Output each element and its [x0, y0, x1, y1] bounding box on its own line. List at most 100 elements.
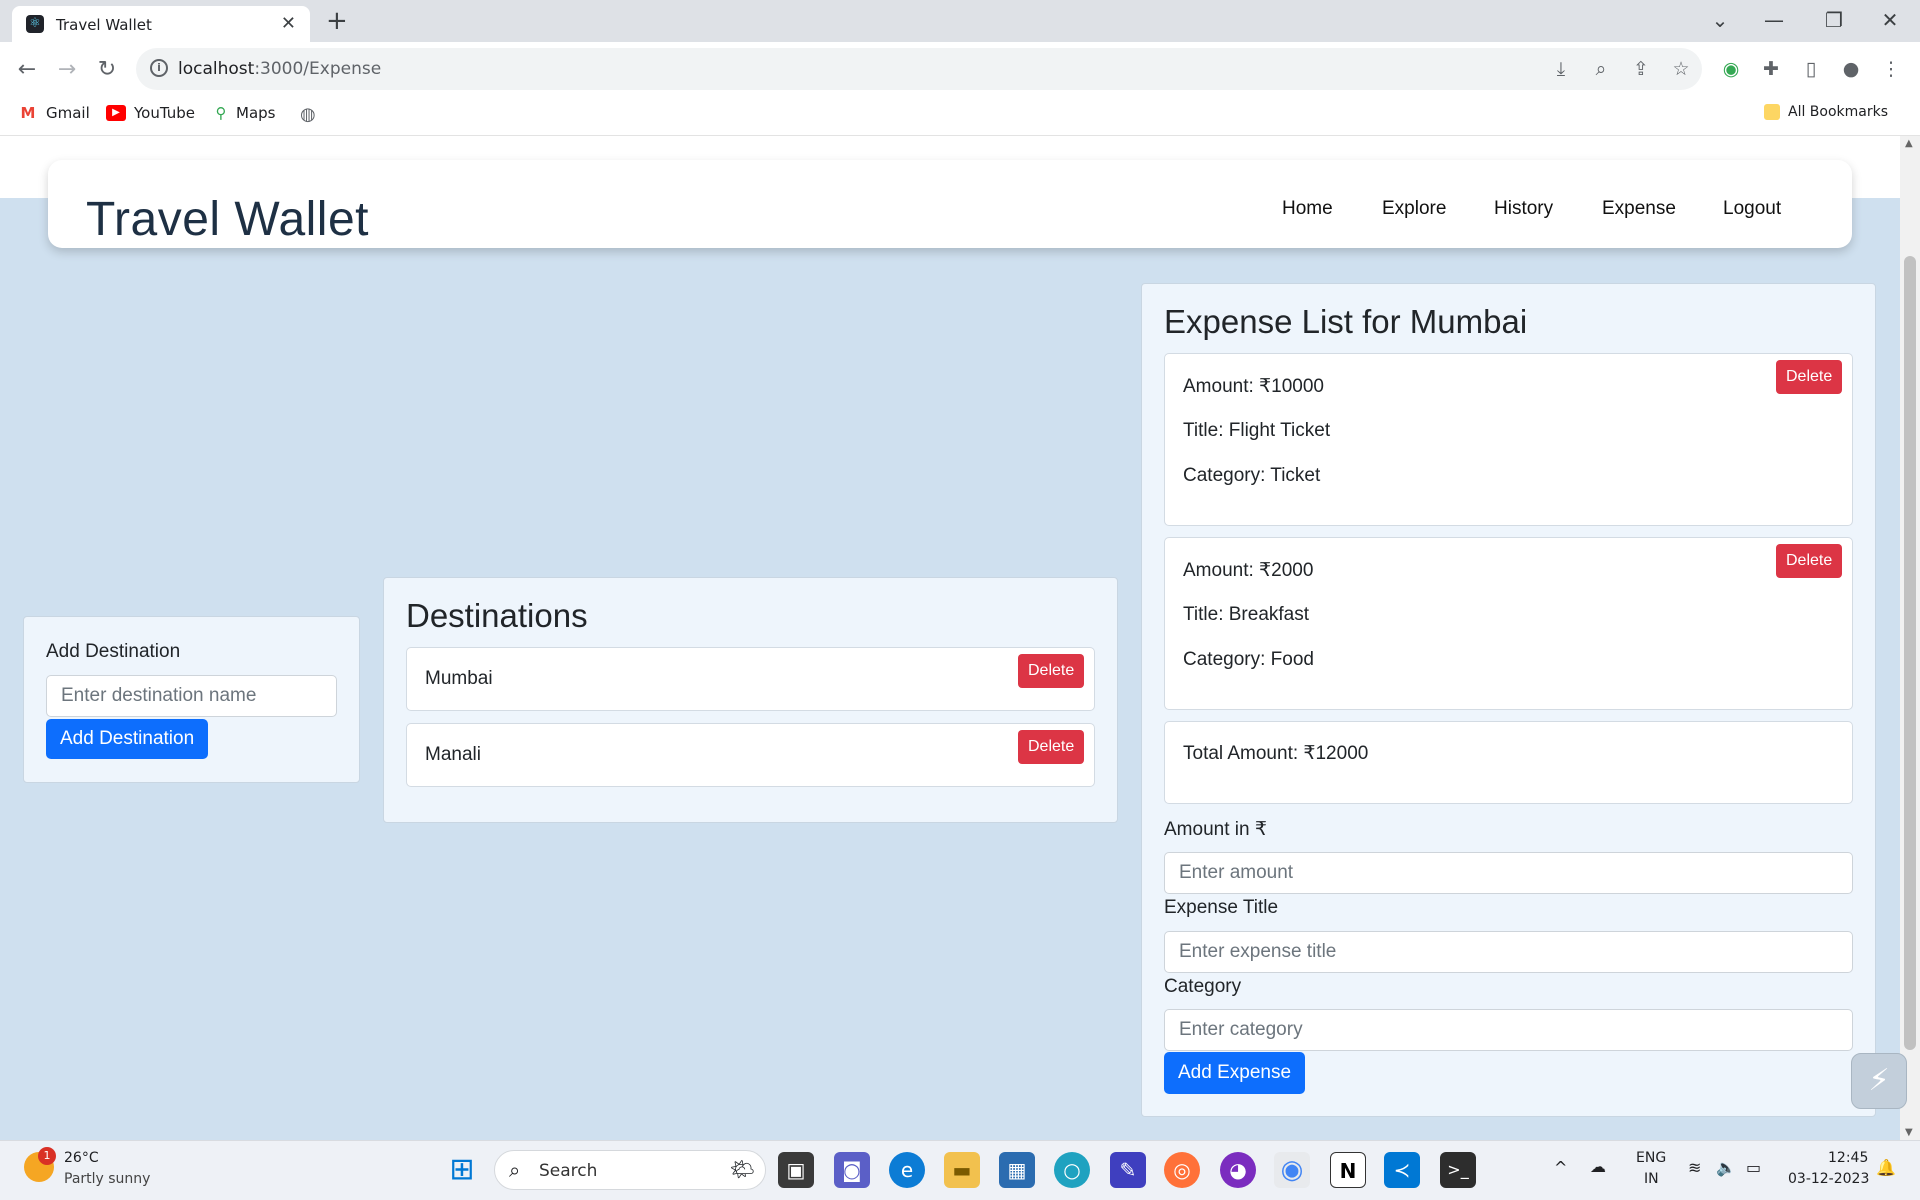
battery-icon[interactable]: ▭	[1746, 1158, 1761, 1177]
gmail-icon: M	[18, 105, 38, 121]
volume-muted-icon[interactable]: 🔈	[1716, 1158, 1736, 1177]
add-destination-button[interactable]: Add Destination	[46, 719, 209, 759]
category-label: Category	[1164, 976, 1242, 997]
side-panel-icon[interactable]: ▯	[1798, 58, 1824, 80]
weather-badge: 1	[38, 1147, 56, 1165]
new-tab-button[interactable]: +	[326, 6, 348, 36]
all-bookmarks-label: All Bookmarks	[1788, 104, 1889, 120]
expense-title-input[interactable]	[1164, 931, 1853, 973]
react-favicon-icon: ⚛	[26, 15, 44, 33]
search-highlight-icon: 🌤	[729, 1157, 755, 1181]
bookmark-gmail[interactable]: M Gmail	[18, 104, 90, 122]
terminal-icon[interactable]: >_	[1440, 1152, 1476, 1188]
destination-row[interactable]	[406, 647, 1095, 711]
reload-icon[interactable]: ↻	[92, 56, 122, 84]
share-icon[interactable]: ⇪	[1628, 58, 1654, 80]
address-bar[interactable]: i localhost:3000/Expense	[136, 48, 1702, 90]
minimize-button[interactable]: —	[1754, 6, 1794, 34]
url-host: localhost	[178, 59, 255, 79]
brand-title[interactable]: Travel Wallet	[86, 192, 369, 247]
nav-home[interactable]: Home	[1282, 198, 1333, 220]
category-input[interactable]	[1164, 1009, 1853, 1051]
cortana-icon[interactable]: ○	[1054, 1152, 1090, 1188]
bookmark-label: Maps	[236, 104, 276, 122]
add-expense-button[interactable]: Add Expense	[1164, 1052, 1306, 1094]
nav-history[interactable]: History	[1494, 198, 1553, 220]
firefox-icon[interactable]: ◎	[1164, 1152, 1200, 1188]
notion-icon[interactable]: N	[1330, 1152, 1366, 1188]
all-bookmarks[interactable]: All Bookmarks	[1764, 104, 1888, 120]
browser-tab[interactable]: ⚛ Travel Wallet ✕	[12, 6, 310, 42]
bookmark-label: YouTube	[134, 104, 195, 122]
weather-desc[interactable]: Partly sunny	[64, 1171, 150, 1187]
amount-input[interactable]	[1164, 852, 1853, 894]
expense-title-label: Expense Title	[1164, 897, 1279, 918]
search-label: Search	[539, 1161, 598, 1181]
bookmark-label: Gmail	[46, 104, 90, 122]
amount-label: Amount in ₹	[1164, 819, 1267, 840]
scroll-up-icon[interactable]: ▲	[1905, 138, 1913, 149]
install-app-icon[interactable]: ⤓	[1548, 58, 1574, 80]
destination-name: Manali	[425, 744, 481, 765]
vscode-icon[interactable]: ≺	[1384, 1152, 1420, 1188]
delete-destination-button[interactable]: Delete	[1018, 730, 1085, 764]
puzzle-extensions-icon[interactable]: ✚	[1758, 58, 1784, 80]
onedrive-icon[interactable]: ☁	[1590, 1157, 1606, 1176]
taskbar-search[interactable]: ⌕ Search 🌤	[494, 1150, 766, 1190]
pen-app-icon[interactable]: ✎	[1110, 1152, 1146, 1188]
scrollbar-thumb[interactable]	[1904, 256, 1916, 1050]
delete-destination-button[interactable]: Delete	[1018, 654, 1085, 688]
globe-bookmark-icon[interactable]: ◍	[300, 104, 316, 125]
lang-eng[interactable]: ENG	[1636, 1150, 1666, 1166]
tab-search-chevron-icon[interactable]: ⌄	[1700, 6, 1740, 34]
zoom-icon[interactable]: ⌕	[1588, 58, 1614, 80]
destinations-title: Destinations	[406, 597, 588, 634]
nav-logout[interactable]: Logout	[1723, 198, 1781, 220]
wifi-icon[interactable]: ≋	[1688, 1158, 1701, 1177]
teams-chat-icon[interactable]: ◙	[834, 1152, 870, 1188]
clock-time[interactable]: 12:45	[1828, 1150, 1868, 1166]
maps-icon: ⚲	[214, 104, 228, 122]
url-path: :3000/Expense	[254, 59, 382, 79]
expense-category: Category: Food	[1183, 649, 1314, 670]
close-window-button[interactable]: ✕	[1870, 6, 1910, 34]
floating-widget-icon[interactable]: ⚡	[1851, 1053, 1907, 1109]
bookmark-maps[interactable]: ⚲ Maps	[214, 104, 275, 122]
delete-expense-button[interactable]: Delete	[1776, 360, 1843, 394]
expense-amount: Amount: ₹2000	[1183, 560, 1314, 581]
forward-arrow-icon[interactable]: →	[52, 56, 82, 84]
destination-row[interactable]	[406, 723, 1095, 787]
destination-name-input[interactable]	[46, 675, 337, 717]
back-arrow-icon[interactable]: ←	[12, 56, 42, 84]
bookmark-star-icon[interactable]: ☆	[1668, 58, 1694, 80]
maximize-button[interactable]: ❐	[1814, 6, 1854, 34]
close-tab-icon[interactable]: ✕	[281, 13, 296, 34]
tray-chevron-icon[interactable]: ^	[1554, 1158, 1567, 1177]
scroll-down-icon[interactable]: ▼	[1905, 1127, 1913, 1138]
task-view-icon[interactable]: ▣	[778, 1152, 814, 1188]
edge-icon[interactable]: e	[889, 1152, 925, 1188]
bookmark-youtube[interactable]: ▶ YouTube	[106, 104, 195, 122]
file-explorer-icon[interactable]: ▬	[944, 1152, 980, 1188]
extension-icon[interactable]: ◉	[1718, 58, 1744, 80]
destination-name: Mumbai	[425, 668, 493, 689]
windows-start-icon[interactable]: ⊞	[444, 1152, 480, 1188]
notification-bell-icon[interactable]: 🔔	[1876, 1158, 1896, 1177]
meetup-icon[interactable]: ◕	[1220, 1152, 1256, 1188]
chrome-icon[interactable]: ◉	[1274, 1152, 1310, 1188]
profile-avatar-icon[interactable]: ●	[1838, 58, 1864, 80]
url-text: localhost:3000/Expense	[178, 59, 381, 79]
clock-date[interactable]: 03-12-2023	[1788, 1171, 1869, 1187]
nav-explore[interactable]: Explore	[1382, 198, 1446, 220]
bookmarks-bar	[0, 96, 1920, 136]
weather-temp[interactable]: 26°C	[64, 1150, 99, 1166]
add-destination-label: Add Destination	[46, 641, 181, 662]
site-info-icon[interactable]: i	[150, 59, 168, 77]
expense-title: Title: Breakfast	[1183, 604, 1310, 625]
ms-store-icon[interactable]: ▦	[999, 1152, 1035, 1188]
menu-kebab-icon[interactable]: ⋮	[1878, 58, 1904, 80]
lang-in[interactable]: IN	[1644, 1171, 1659, 1187]
nav-expense[interactable]: Expense	[1602, 198, 1676, 220]
delete-expense-button[interactable]: Delete	[1776, 544, 1843, 578]
total-amount: Total Amount: ₹12000	[1183, 743, 1369, 764]
